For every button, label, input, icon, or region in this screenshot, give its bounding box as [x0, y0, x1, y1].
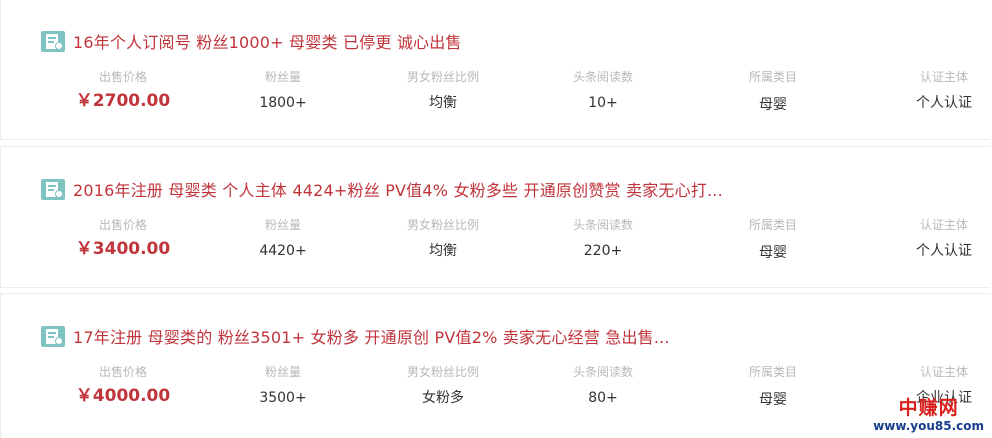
stat-label: 粉丝量 [264, 218, 301, 232]
stat-category: 所属类目 母婴 [703, 69, 843, 115]
stat-category: 所属类目 母婴 [703, 364, 843, 410]
stat-label: 所属类目 [748, 70, 797, 84]
stat-category: 所属类目 母婴 [703, 217, 843, 263]
stat-value: 4420+ [259, 243, 307, 259]
listing-stats: 出售价格 ￥4000.00 粉丝量 3500+ 男女粉丝比例 女粉多 头条阅读数… [1, 364, 991, 414]
stat-value: 1800+ [259, 95, 307, 111]
stat-value: 女粉多 [422, 390, 464, 406]
document-check-icon [41, 325, 65, 347]
stat-label: 粉丝量 [264, 365, 301, 379]
listing-stats: 出售价格 ￥2700.00 粉丝量 1800+ 男女粉丝比例 均衡 头条阅读数 … [1, 69, 991, 119]
stat-label: 认证主体 [919, 218, 968, 232]
stat-label: 头条阅读数 [572, 218, 633, 232]
stat-gender-ratio: 男女粉丝比例 女粉多 [373, 364, 513, 408]
stat-followers: 粉丝量 1800+ [213, 69, 353, 113]
stat-value: 3500+ [259, 390, 307, 406]
stat-gender-ratio: 男女粉丝比例 均衡 [373, 217, 513, 261]
watermark-name: 中赚网 [898, 397, 959, 419]
stat-label: 头条阅读数 [572, 365, 633, 379]
stat-label: 男女粉丝比例 [406, 218, 479, 232]
stat-value: 均衡 [429, 95, 457, 111]
site-watermark: 中赚网 www.you85.com [873, 397, 984, 433]
stat-verification: 认证主体 个人认证 [874, 69, 992, 113]
stat-headline-reads: 头条阅读数 80+ [533, 364, 673, 408]
price-value: ￥3400.00 [75, 239, 171, 259]
stat-label: 认证主体 [919, 70, 968, 84]
listing-card[interactable]: 17年注册 母婴类的 粉丝3501+ 女粉多 开通原创 PV值2% 卖家无心经营… [0, 293, 990, 438]
listing-title-row[interactable]: 2016年注册 母婴类 个人主体 4424+粉丝 PV值4% 女粉多些 开通原创… [41, 178, 723, 200]
listing-list: 16年个人订阅号 粉丝1000+ 母婴类 已停更 诚心出售 出售价格 ￥2700… [0, 0, 992, 438]
listing-title-link[interactable]: 2016年注册 母婴类 个人主体 4424+粉丝 PV值4% 女粉多些 开通原创… [73, 177, 723, 201]
document-check-icon [41, 30, 65, 52]
stat-label: 认证主体 [919, 365, 968, 379]
stat-value: 母婴 [759, 97, 787, 113]
stat-label: 出售价格 [98, 70, 147, 84]
stat-price: 出售价格 ￥2700.00 [53, 69, 193, 111]
listing-title-row[interactable]: 16年个人订阅号 粉丝1000+ 母婴类 已停更 诚心出售 [41, 30, 462, 52]
stat-label: 出售价格 [98, 218, 147, 232]
stat-verification: 认证主体 个人认证 [874, 217, 992, 261]
stat-label: 所属类目 [748, 365, 797, 379]
stat-headline-reads: 头条阅读数 10+ [533, 69, 673, 113]
listing-stats: 出售价格 ￥3400.00 粉丝量 4420+ 男女粉丝比例 均衡 头条阅读数 … [1, 217, 991, 267]
watermark-url: www.you85.com [873, 419, 984, 433]
stat-value: 个人认证 [916, 243, 972, 259]
stat-value: 个人认证 [916, 95, 972, 111]
stat-followers: 粉丝量 3500+ [213, 364, 353, 408]
stat-label: 所属类目 [748, 218, 797, 232]
stat-label: 男女粉丝比例 [406, 70, 479, 84]
listing-title-link[interactable]: 16年个人订阅号 粉丝1000+ 母婴类 已停更 诚心出售 [73, 29, 462, 53]
listing-title-link[interactable]: 17年注册 母婴类的 粉丝3501+ 女粉多 开通原创 PV值2% 卖家无心经营… [73, 324, 670, 348]
listing-title-row[interactable]: 17年注册 母婴类的 粉丝3501+ 女粉多 开通原创 PV值2% 卖家无心经营… [41, 325, 670, 347]
stat-followers: 粉丝量 4420+ [213, 217, 353, 261]
stat-label: 出售价格 [98, 365, 147, 379]
price-value: ￥2700.00 [75, 91, 171, 111]
stat-label: 粉丝量 [264, 70, 301, 84]
price-value: ￥4000.00 [75, 386, 171, 406]
stat-label: 男女粉丝比例 [406, 365, 479, 379]
stat-value: 母婴 [759, 245, 787, 261]
stat-value: 均衡 [429, 243, 457, 259]
stat-value: 220+ [583, 243, 623, 259]
listing-card[interactable]: 16年个人订阅号 粉丝1000+ 母婴类 已停更 诚心出售 出售价格 ￥2700… [0, 0, 990, 140]
stat-label: 头条阅读数 [572, 70, 633, 84]
document-check-icon [41, 178, 65, 200]
listing-card[interactable]: 2016年注册 母婴类 个人主体 4424+粉丝 PV值4% 女粉多些 开通原创… [0, 146, 990, 288]
stat-gender-ratio: 男女粉丝比例 均衡 [373, 69, 513, 113]
stat-price: 出售价格 ￥3400.00 [53, 217, 193, 259]
stat-value: 80+ [588, 390, 618, 406]
stat-value: 10+ [588, 95, 618, 111]
stat-headline-reads: 头条阅读数 220+ [533, 217, 673, 261]
stat-price: 出售价格 ￥4000.00 [53, 364, 193, 406]
stat-value: 母婴 [759, 392, 787, 408]
